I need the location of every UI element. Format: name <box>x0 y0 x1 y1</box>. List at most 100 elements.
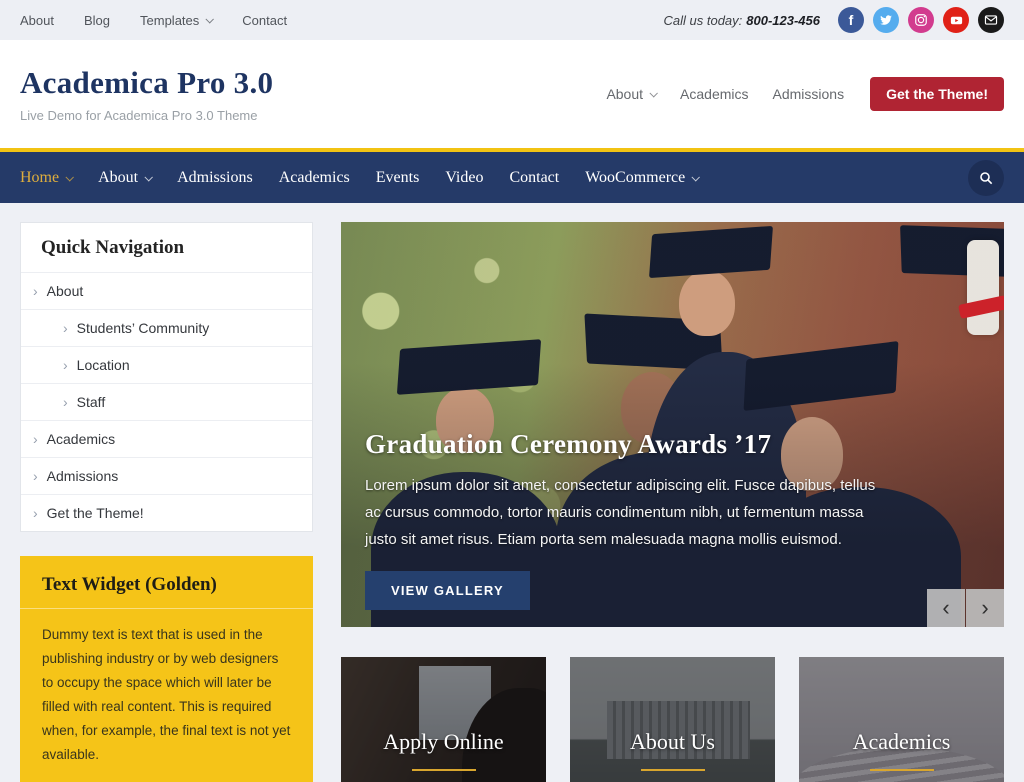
nav-item-label: WooCommerce <box>585 169 685 187</box>
search-button[interactable] <box>968 160 1004 196</box>
topbar-link-label: Contact <box>242 13 287 28</box>
nav-item-admissions[interactable]: Admissions <box>164 169 266 187</box>
prev-slide-button[interactable]: ‹ <box>927 589 965 627</box>
header-nav-label: Academics <box>680 86 748 102</box>
sidebar-item-academics[interactable]: › Academics <box>21 420 312 457</box>
nav-item-events[interactable]: Events <box>363 169 433 187</box>
instagram-icon[interactable] <box>908 7 934 33</box>
nav-item-woocommerce[interactable]: WooCommerce <box>572 169 711 187</box>
sidebar: Quick Navigation › About › Students’ Commu… <box>20 222 313 782</box>
nav-item-label: Video <box>445 169 483 187</box>
feature-box-title: Academics <box>799 729 1004 755</box>
youtube-icon[interactable] <box>943 7 969 33</box>
email-icon[interactable] <box>978 7 1004 33</box>
chevron-right-icon: › <box>33 284 38 298</box>
header-nav-label: About <box>606 86 643 102</box>
chevron-right-icon: › <box>63 321 68 335</box>
nav-item-label: Academics <box>279 169 350 187</box>
nav-item-contact[interactable]: Contact <box>496 169 572 187</box>
twitter-icon[interactable] <box>873 7 899 33</box>
facebook-icon[interactable]: f <box>838 7 864 33</box>
chevron-right-icon: › <box>33 469 38 483</box>
nav-item-label: Home <box>20 169 59 187</box>
sidebar-item-label: Academics <box>47 431 115 447</box>
nav-item-label: Contact <box>509 169 559 187</box>
chevron-right-icon: › <box>33 432 38 446</box>
header-nav-about[interactable]: About <box>606 86 656 102</box>
content-area: Quick Navigation › About › Students’ Commu… <box>0 203 1024 782</box>
sidebar-item-admissions[interactable]: ›Admissions <box>21 457 312 494</box>
chevron-down-icon <box>145 173 153 181</box>
main-navigation: Home About Admissions Academics Events V… <box>0 148 1024 203</box>
feature-box-title: Apply Online <box>341 729 546 755</box>
nav-item-academics[interactable]: Academics <box>266 169 363 187</box>
nav-item-about[interactable]: About <box>85 169 164 187</box>
text-widget-body: Dummy text is text that is used in the p… <box>20 613 313 782</box>
gold-underline <box>412 769 476 771</box>
chevron-right-icon: › <box>33 506 38 520</box>
site-brand[interactable]: Academica Pro 3.0 Live Demo for Academic… <box>20 65 273 123</box>
chevron-down-icon <box>692 173 700 181</box>
nav-item-label: Admissions <box>177 169 253 187</box>
main-nav-items: Home About Admissions Academics Events V… <box>20 169 711 187</box>
sidebar-item-get-the-theme[interactable]: › Get the Theme! <box>21 494 312 531</box>
feature-box-label: Apply Online <box>341 729 546 771</box>
nav-item-video[interactable]: Video <box>432 169 496 187</box>
header-right: About Academics Admissions Get the Theme… <box>606 77 1004 111</box>
nav-item-home[interactable]: Home <box>20 169 85 187</box>
twitter-bird-glyph <box>879 13 893 27</box>
sidebar-item-staff[interactable]: ›Staff <box>21 383 312 420</box>
widget-title: Quick Navigation <box>21 223 312 272</box>
next-slide-button[interactable]: › <box>966 589 1004 627</box>
sidebar-item-label: Location <box>77 357 130 373</box>
sidebar-item-label: Students’ Community <box>77 320 210 336</box>
site-title[interactable]: Academica Pro 3.0 <box>20 65 273 101</box>
chevron-down-icon <box>206 15 214 23</box>
sidebar-item-location[interactable]: ›Location <box>21 346 312 383</box>
feature-box-label: About Us <box>570 729 775 771</box>
sidebar-item-students-community[interactable]: › Students’ Community <box>21 309 312 346</box>
phone-number: 800-123-456 <box>746 13 820 28</box>
slide-caption: Graduation Ceremony Awards ’17 Lorem ips… <box>365 429 884 610</box>
site-tagline: Live Demo for Academica Pro 3.0 Theme <box>20 108 273 123</box>
youtube-play-glyph <box>949 13 964 28</box>
search-icon <box>978 170 994 186</box>
call-us-label: Call us today: <box>664 13 743 28</box>
sidebar-item-label: About <box>47 283 84 299</box>
header-nav-academics[interactable]: Academics <box>680 86 748 102</box>
topbar-link-templates[interactable]: Templates <box>140 13 212 28</box>
call-us-text: Call us today:800-123-456 <box>664 13 821 28</box>
facebook-glyph: f <box>849 12 854 28</box>
topbar-link-contact[interactable]: Contact <box>242 13 287 28</box>
sidebar-item-label: Get the Theme! <box>47 505 144 521</box>
chevron-left-icon: ‹ <box>942 595 949 621</box>
topbar-link-blog[interactable]: Blog <box>84 13 110 28</box>
sidebar-item-about[interactable]: › About <box>21 272 312 309</box>
feature-box-apply-online[interactable]: Apply Online <box>341 657 546 782</box>
top-bar: About Blog Templates Contact Call us tod… <box>0 0 1024 40</box>
view-gallery-button[interactable]: VIEW GALLERY <box>365 571 530 610</box>
header-secondary-nav: About Academics Admissions <box>606 86 844 102</box>
slide-description: Lorem ipsum dolor sit amet, consectetur … <box>365 472 884 553</box>
sidebar-item-label: Staff <box>77 394 106 410</box>
feature-box-academics[interactable]: Academics <box>799 657 1004 782</box>
header-nav-admissions[interactable]: Admissions <box>773 86 845 102</box>
main-column: Graduation Ceremony Awards ’17 Lorem ips… <box>341 222 1004 782</box>
hero-slider: Graduation Ceremony Awards ’17 Lorem ips… <box>341 222 1004 627</box>
gold-underline <box>870 769 934 771</box>
header-nav-label: Admissions <box>773 86 845 102</box>
chevron-right-icon: › <box>981 595 988 621</box>
topbar-link-label: Blog <box>84 13 110 28</box>
feature-box-about-us[interactable]: About Us <box>570 657 775 782</box>
envelope-glyph <box>984 13 998 27</box>
topbar-link-label: About <box>20 13 54 28</box>
chevron-down-icon <box>649 89 657 97</box>
topbar-link-label: Templates <box>140 13 199 28</box>
page: About Blog Templates Contact Call us tod… <box>0 0 1024 782</box>
topbar-link-about[interactable]: About <box>20 13 54 28</box>
widget-title: Text Widget (Golden) <box>20 556 313 608</box>
topbar-links: About Blog Templates Contact <box>20 13 287 28</box>
get-theme-button[interactable]: Get the Theme! <box>870 77 1004 111</box>
site-header: Academica Pro 3.0 Live Demo for Academic… <box>0 40 1024 148</box>
nav-item-label: Events <box>376 169 420 187</box>
